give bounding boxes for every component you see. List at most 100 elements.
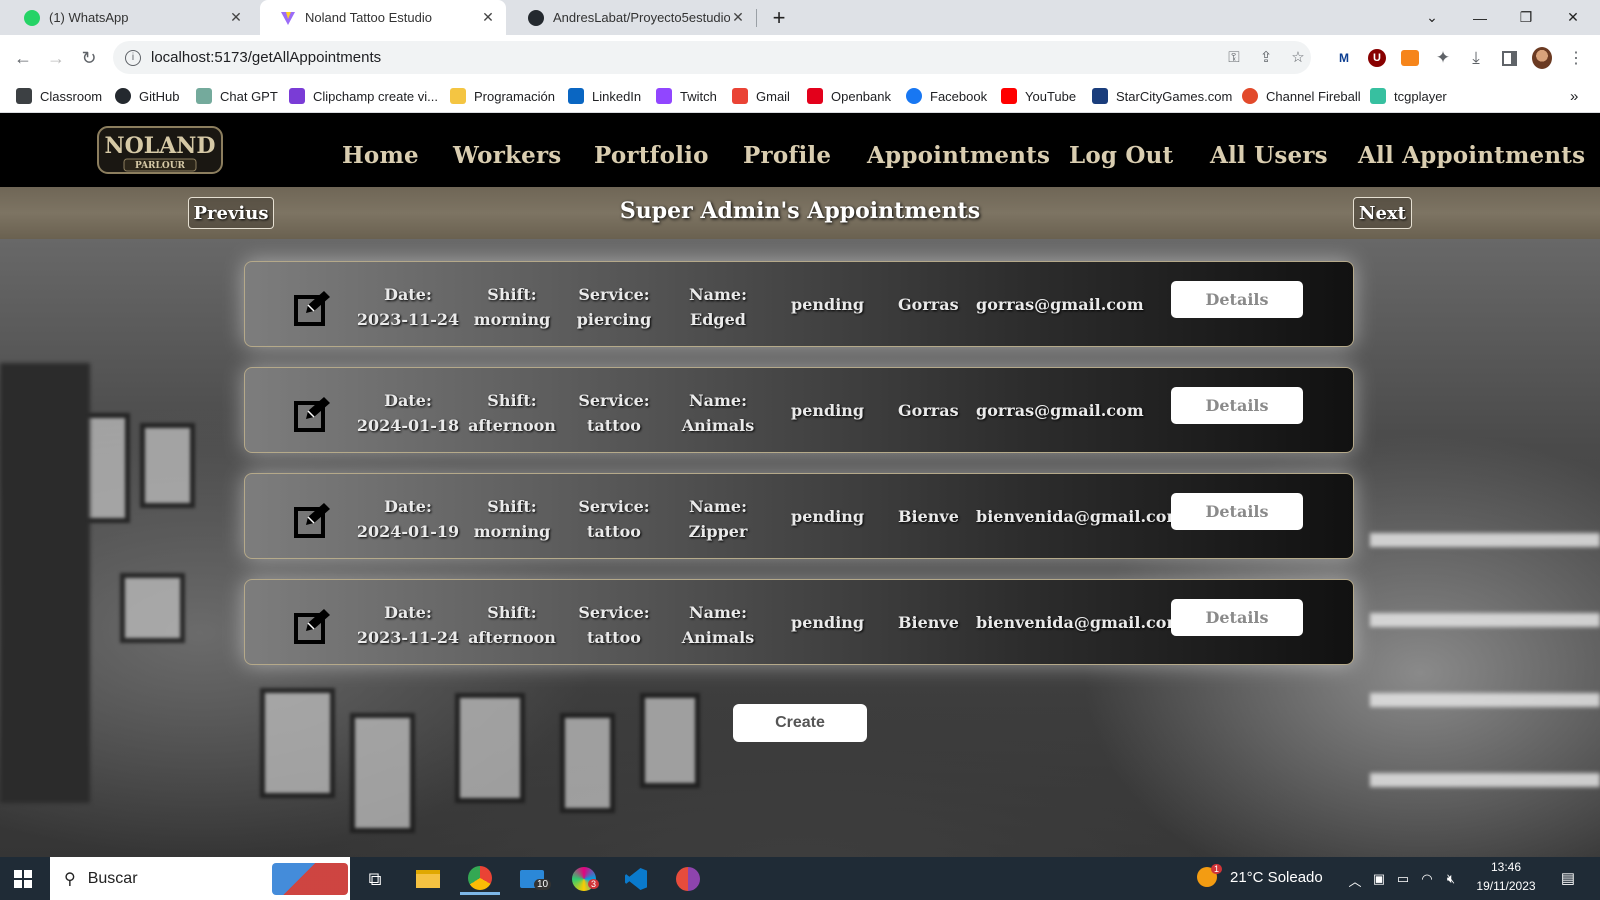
metamask-icon[interactable] xyxy=(1400,48,1420,68)
star-icon[interactable]: ☆ xyxy=(1290,50,1306,66)
bookmarks-bar: Classroom GitHub Chat GPT Clipchamp crea… xyxy=(0,80,1600,113)
new-tab-button[interactable]: + xyxy=(756,0,802,35)
chrome-icon[interactable] xyxy=(460,863,500,895)
nav-portfolio[interactable]: Portfolio xyxy=(594,142,709,170)
weather-text[interactable]: 21°C Soleado xyxy=(1230,869,1323,886)
noland-parlour-logo[interactable]: NOLAND PARLOUR xyxy=(96,121,224,179)
notifications-icon[interactable]: ▤ xyxy=(1560,869,1576,887)
colorful-app-icon[interactable]: 3 xyxy=(564,863,604,895)
nav-log-out[interactable]: Log Out xyxy=(1069,142,1173,170)
bookmark-clipchamp[interactable]: Clipchamp create vi... xyxy=(289,86,438,106)
bookmark-classroom[interactable]: Classroom xyxy=(16,86,102,106)
site-info-icon[interactable]: i xyxy=(125,49,141,66)
date-field: Date: 2024-01-18 xyxy=(356,391,460,435)
forward-arrow-icon[interactable]: → xyxy=(43,45,69,71)
key-icon[interactable]: ⚿ xyxy=(1226,50,1242,66)
details-button[interactable]: Details xyxy=(1171,281,1303,318)
gmail-icon xyxy=(732,88,748,104)
close-icon[interactable]: ✕ xyxy=(730,9,746,26)
weather-badge: 1 xyxy=(1211,864,1223,874)
tab-whatsapp[interactable]: (1) WhatsApp ✕ xyxy=(4,0,254,35)
user-name-text: Bienve xyxy=(898,613,959,632)
edit-icon[interactable] xyxy=(293,288,333,328)
service-field: Service: tattoo xyxy=(578,603,650,647)
background-frame xyxy=(640,693,700,788)
ublock-icon[interactable]: U xyxy=(1367,48,1387,68)
edit-icon[interactable] xyxy=(293,500,333,540)
battery-icon[interactable]: ▭ xyxy=(1395,871,1411,887)
close-icon[interactable]: ✕ xyxy=(480,9,496,26)
bookmark-linkedin[interactable]: LinkedIn xyxy=(568,86,641,106)
mail-badge: 10 xyxy=(534,879,552,890)
restore-icon[interactable]: ❐ xyxy=(1503,0,1549,35)
clock-date[interactable]: 19/11/2023 xyxy=(1470,879,1542,893)
address-bar[interactable]: i localhost:5173/getAllAppointments ⚿ ⇪ … xyxy=(113,41,1311,74)
nav-all-users[interactable]: All Users xyxy=(1210,142,1328,170)
close-icon[interactable]: ✕ xyxy=(228,9,244,26)
nav-appointments[interactable]: Appointments xyxy=(867,142,1050,170)
chatgpt-icon xyxy=(196,88,212,104)
create-appointment-button[interactable]: Create xyxy=(733,704,867,742)
device-icon[interactable]: ▣ xyxy=(1371,871,1387,887)
chrome-profile-icon[interactable] xyxy=(668,863,708,895)
tab-github[interactable]: AndresLabat/Proyecto5estudioD ✕ xyxy=(508,0,756,35)
profile-avatar[interactable] xyxy=(1532,47,1552,69)
app-badge: 3 xyxy=(588,879,600,889)
bookmark-tcgplayer[interactable]: tcgplayer xyxy=(1370,86,1447,106)
tcgplayer-icon xyxy=(1370,88,1386,104)
bookmark-channel-fireball[interactable]: Channel Fireball xyxy=(1242,86,1361,106)
share-icon[interactable]: ⇪ xyxy=(1258,50,1274,66)
tattoo-name-field: Name: Edged xyxy=(688,285,747,329)
side-panel-icon[interactable] xyxy=(1499,48,1519,68)
extensions-puzzle-icon[interactable]: ✦ xyxy=(1433,48,1453,68)
mail-icon[interactable]: 10 xyxy=(512,863,552,895)
wifi-icon[interactable]: ◠ xyxy=(1419,871,1435,887)
nav-workers[interactable]: Workers xyxy=(453,142,561,170)
taskbar-search-box[interactable]: ⚲ Buscar xyxy=(50,857,350,900)
status-text: pending xyxy=(791,295,865,314)
more-bookmarks-button[interactable]: » xyxy=(1570,86,1578,106)
bookmark-github[interactable]: GitHub xyxy=(115,86,179,106)
volume-muted-icon[interactable]: 🔇︎ xyxy=(1443,871,1459,887)
email-text: gorras@gmail.com xyxy=(976,295,1144,314)
windows-start-icon[interactable] xyxy=(14,870,32,888)
bookmark-youtube[interactable]: YouTube xyxy=(1001,86,1076,106)
minimize-icon[interactable]: — xyxy=(1457,0,1503,35)
edit-icon[interactable] xyxy=(293,606,333,646)
kebab-menu-icon[interactable]: ⋮ xyxy=(1566,48,1586,68)
facebook-icon xyxy=(906,88,922,104)
tab-noland-tattoo[interactable]: Noland Tattoo Estudio ✕ xyxy=(260,0,506,35)
extension-m-icon[interactable]: M xyxy=(1334,48,1354,68)
window-close-icon[interactable]: ✕ xyxy=(1550,0,1596,35)
vscode-icon[interactable] xyxy=(616,863,656,895)
chevron-up-icon[interactable]: ︿ xyxy=(1347,871,1363,890)
nav-home[interactable]: Home xyxy=(342,142,419,170)
bookmark-gmail[interactable]: Gmail xyxy=(732,86,790,106)
nav-profile[interactable]: Profile xyxy=(743,142,831,170)
details-button[interactable]: Details xyxy=(1171,493,1303,530)
tab-search-icon[interactable]: ⌄ xyxy=(1409,0,1455,35)
bookmark-facebook[interactable]: Facebook xyxy=(906,86,987,106)
github-icon xyxy=(528,9,544,26)
reload-icon[interactable]: ↻ xyxy=(76,45,102,71)
bookmark-openbank[interactable]: Openbank xyxy=(807,86,891,106)
bookmark-chatgpt[interactable]: Chat GPT xyxy=(196,86,278,106)
bookmark-twitch[interactable]: Twitch xyxy=(656,86,717,106)
bookmark-programacion[interactable]: Programación xyxy=(450,86,555,106)
url-text[interactable]: localhost:5173/getAllAppointments xyxy=(151,49,381,66)
nav-all-appointments[interactable]: All Appointments xyxy=(1358,142,1585,170)
shift-field: Shift: morning xyxy=(473,285,551,329)
details-button[interactable]: Details xyxy=(1171,387,1303,424)
browser-tab-strip: (1) WhatsApp ✕ Noland Tattoo Estudio ✕ A… xyxy=(0,0,1600,35)
download-icon[interactable]: ⤓ xyxy=(1466,48,1486,68)
file-explorer-icon[interactable] xyxy=(408,863,448,895)
details-button[interactable]: Details xyxy=(1171,599,1303,636)
next-button[interactable]: Next xyxy=(1353,197,1412,229)
bookmark-starcitygames[interactable]: StarCityGames.com xyxy=(1092,86,1232,106)
background-door xyxy=(0,363,90,803)
clock-time[interactable]: 13:46 xyxy=(1478,860,1534,874)
edit-icon[interactable] xyxy=(293,394,333,434)
task-view-icon[interactable]: ⧉ xyxy=(355,863,395,895)
user-name-text: Gorras xyxy=(898,401,959,420)
back-arrow-icon[interactable]: ← xyxy=(10,45,36,71)
